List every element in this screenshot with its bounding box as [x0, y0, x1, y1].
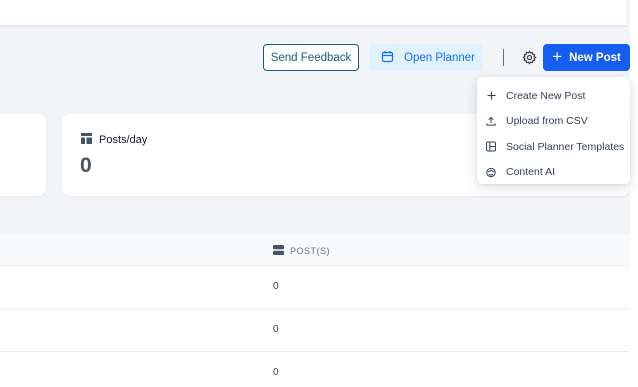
posts-per-day-label: Posts/day [99, 134, 148, 146]
table-cell-posts: 0 [273, 281, 279, 292]
open-planner-button[interactable]: Open Planner [369, 44, 483, 71]
menu-item-label: Social Planner Templates [506, 140, 625, 153]
send-feedback-label: Send Feedback [270, 51, 352, 64]
menu-item-label: Upload from CSV [506, 115, 588, 128]
posts-table: POST(S) 0 0 0 [0, 235, 630, 387]
send-feedback-button[interactable]: Send Feedback [263, 44, 359, 71]
right-edge-panel [630, 0, 638, 387]
plus-icon [486, 91, 496, 101]
menu-item-create-new-post[interactable]: Create New Post [477, 83, 630, 109]
plus-icon: + [552, 47, 563, 66]
new-post-dropdown-menu: Create New Post Upload from CSV Social P… [477, 77, 630, 184]
template-icon [486, 141, 496, 152]
top-header-bar [0, 0, 626, 26]
table-row: 0 [0, 266, 630, 309]
menu-item-label: Create New Post [506, 89, 586, 102]
stat-card-partial [0, 114, 46, 196]
layout-icon [81, 133, 92, 147]
database-icon [273, 245, 284, 257]
open-planner-label: Open Planner [404, 51, 475, 64]
posts-per-day-heading: Posts/day [81, 133, 147, 147]
table-header: POST(S) [0, 235, 630, 266]
table-row: 0 [0, 309, 630, 352]
calendar-icon [381, 50, 394, 66]
posts-per-day-value: 0 [80, 154, 92, 177]
new-post-label: New Post [569, 51, 621, 64]
toolbar-divider [503, 49, 504, 66]
table-cell-posts: 0 [273, 367, 279, 378]
menu-item-content-ai[interactable]: Content AI [477, 160, 630, 186]
upload-icon [486, 116, 496, 126]
gear-icon[interactable] [521, 49, 537, 65]
menu-item-social-planner-templates[interactable]: Social Planner Templates [477, 134, 630, 160]
menu-item-label: Content AI [506, 166, 556, 179]
column-header-posts[interactable]: POST(S) [273, 245, 330, 257]
ai-icon [486, 167, 496, 177]
table-row: 0 [0, 352, 630, 387]
table-cell-posts: 0 [273, 324, 279, 335]
new-post-button[interactable]: + New Post [543, 44, 630, 71]
menu-item-upload-csv[interactable]: Upload from CSV [477, 109, 630, 135]
column-header-posts-label: POST(S) [290, 246, 331, 256]
